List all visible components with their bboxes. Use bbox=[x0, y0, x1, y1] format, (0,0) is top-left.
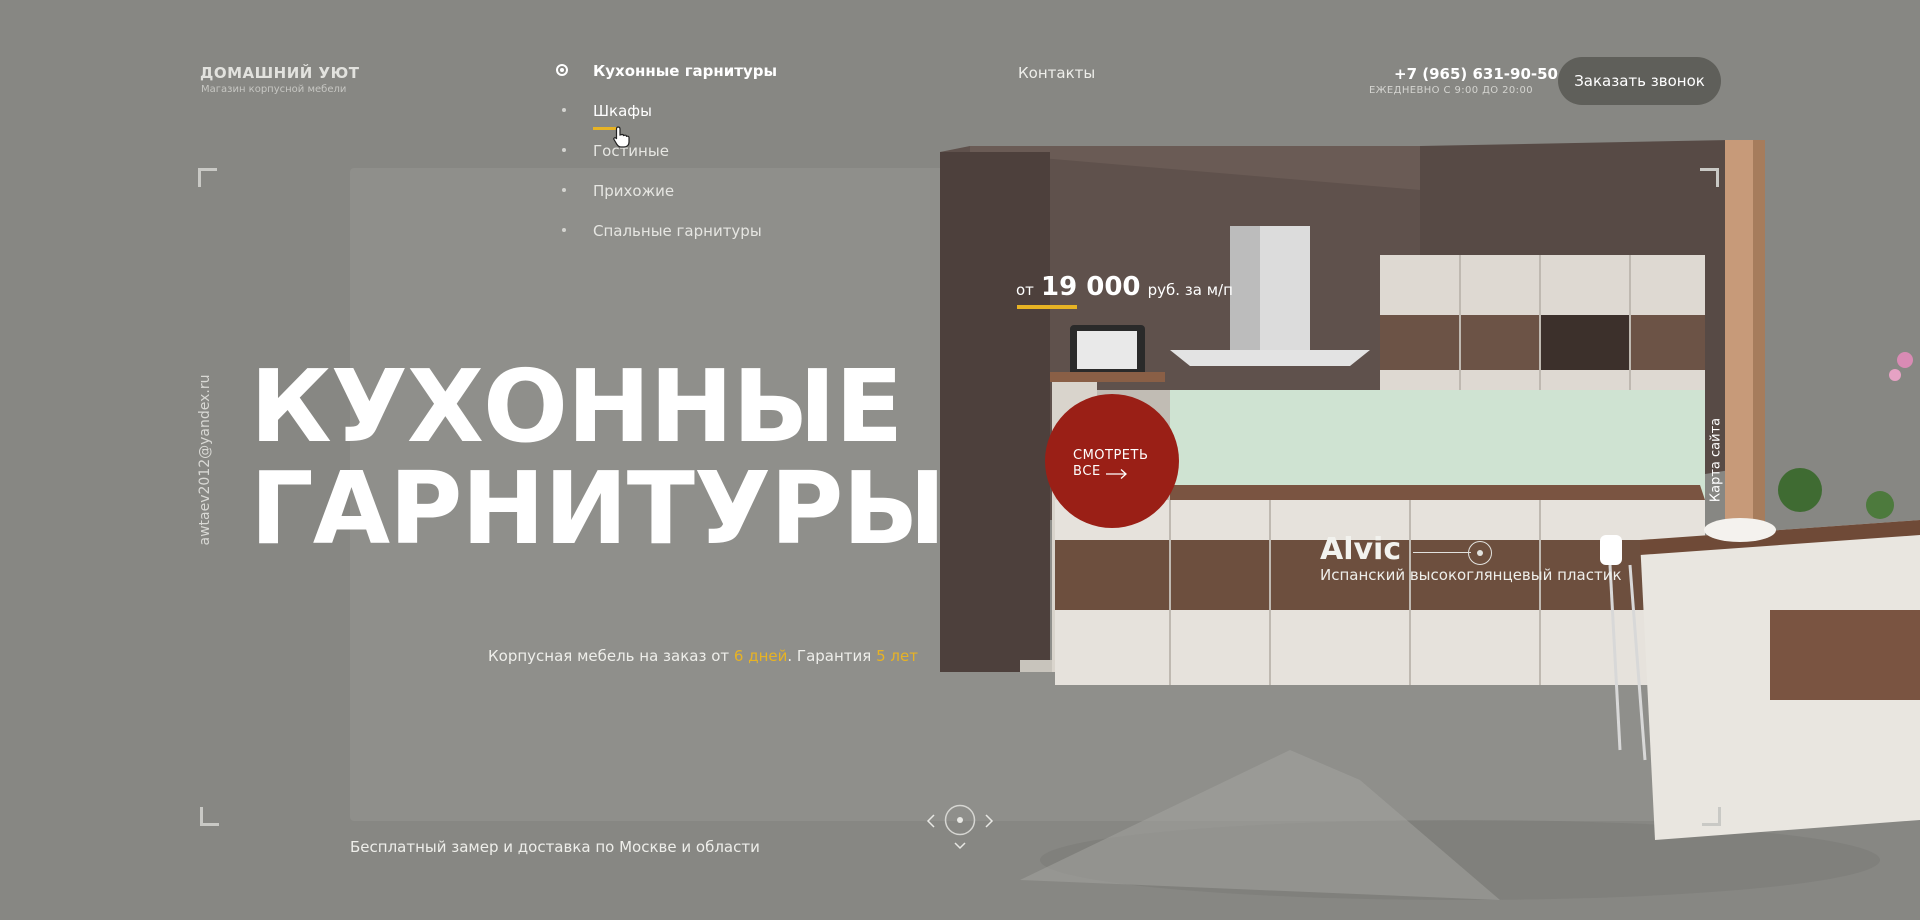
price-value: 19 000 bbox=[1041, 272, 1141, 302]
frame-corner-bottom-right bbox=[1702, 807, 1721, 826]
delivery-note: Бесплатный замер и доставка по Москве и … bbox=[350, 838, 760, 856]
tagline-mid: . Гарантия bbox=[787, 647, 872, 665]
view-all-label-line1: СМОТРЕТЬ bbox=[1073, 448, 1149, 463]
working-hours: ЕЖЕДНЕВНО С 9:00 ДО 20:00 bbox=[1369, 85, 1533, 96]
frame-corner-bottom-left bbox=[200, 807, 219, 826]
nav-bullet-icon bbox=[562, 188, 566, 192]
nav-item-label[interactable]: Шкафы bbox=[593, 102, 652, 120]
material-hotspot-icon[interactable] bbox=[1468, 541, 1492, 565]
view-all-button[interactable]: СМОТРЕТЬ ВСЕ bbox=[1045, 394, 1179, 528]
chevron-left-icon[interactable] bbox=[926, 814, 936, 828]
price-unit: руб. за м/п bbox=[1147, 281, 1233, 299]
arrow-right-icon bbox=[1106, 469, 1127, 479]
circle-dot-icon[interactable] bbox=[944, 804, 976, 836]
hand-pointer-icon bbox=[613, 126, 630, 148]
nav-item-label[interactable]: Кухонные гарнитуры bbox=[593, 62, 777, 80]
nav-bullet-icon bbox=[562, 148, 566, 152]
hero-tagline: Корпусная мебель на заказ от 6 дней. Гар… bbox=[488, 647, 918, 665]
tagline-years: 5 лет bbox=[876, 647, 918, 665]
slider-controls bbox=[920, 800, 1000, 860]
nav-current-indicator-icon bbox=[556, 64, 568, 76]
email-link[interactable]: awtaev2012@yandex.ru bbox=[197, 375, 213, 546]
hero-headline: КУХОННЫЕ ГАРНИТУРЫ bbox=[250, 348, 946, 567]
logo-subtitle: Магазин корпусной мебели bbox=[201, 84, 347, 95]
logo-title[interactable]: ДОМАШНИЙ УЮТ bbox=[200, 64, 359, 82]
chevron-down-icon[interactable] bbox=[954, 842, 966, 850]
contacts-link[interactable]: Контакты bbox=[1018, 64, 1095, 82]
material-description: Испанский высокоглянцевый пластик bbox=[1320, 566, 1622, 584]
hero-headline-line1: КУХОННЫЕ bbox=[250, 348, 903, 465]
price-label: от 19 000 руб. за м/п bbox=[1016, 272, 1233, 302]
hero-headline-line2: ГАРНИТУРЫ bbox=[250, 450, 946, 567]
callback-button[interactable]: Заказать звонок bbox=[1558, 57, 1721, 105]
price-prefix: от bbox=[1016, 281, 1034, 299]
material-name: Alvic bbox=[1320, 532, 1402, 567]
price-underline bbox=[1017, 305, 1077, 309]
frame-corner-top-right bbox=[1700, 168, 1719, 187]
nav-bullet-icon bbox=[562, 228, 566, 232]
sitemap-link[interactable]: Карта сайта bbox=[1709, 418, 1724, 502]
material-pointer-line bbox=[1413, 552, 1471, 553]
tagline-days: 6 дней bbox=[733, 647, 788, 665]
nav-item-label[interactable]: Спальные гарнитуры bbox=[593, 222, 762, 240]
nav-item-label[interactable]: Прихожие bbox=[593, 182, 674, 200]
phone-number[interactable]: +7 (965) 631-90-50 bbox=[1394, 65, 1558, 83]
frame-corner-top-left bbox=[198, 168, 217, 187]
chevron-right-icon[interactable] bbox=[984, 814, 994, 828]
nav-bullet-icon bbox=[562, 108, 566, 112]
tagline-start: Корпусная мебель на заказ от bbox=[488, 647, 730, 665]
